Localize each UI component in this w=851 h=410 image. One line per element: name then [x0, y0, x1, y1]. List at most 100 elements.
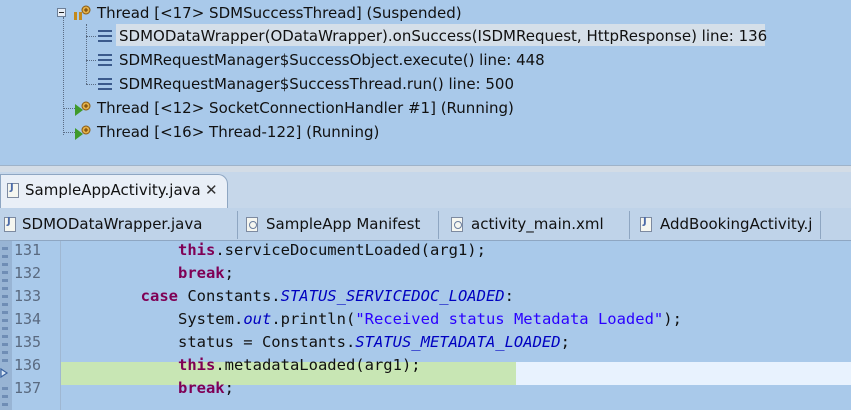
thread-label: Thread [<16> Thread-122] (Running) — [97, 123, 380, 141]
code-constant: out — [243, 310, 272, 328]
line-number[interactable]: 136 — [14, 354, 54, 377]
tab-sampleappactivity[interactable]: SampleAppActivity.java ✕ — [0, 174, 228, 208]
frame-label: SDMRequestManager$SuccessObject.execute(… — [119, 51, 545, 69]
code-token: .serviceDocumentLoaded(arg1); — [215, 241, 486, 259]
close-icon[interactable]: ✕ — [205, 181, 218, 199]
stack-frame-icon — [98, 30, 112, 42]
stack-frame-icon — [98, 78, 112, 90]
code-token: System. — [177, 310, 244, 328]
java-file-icon — [4, 216, 16, 232]
debug-view: Thread [<17> SDMSuccessThread] (Suspende… — [0, 0, 851, 165]
frame-label: SDMRequestManager$SuccessThread.run() li… — [119, 75, 515, 93]
thread-suspended-icon — [74, 5, 91, 20]
code-token: ; — [224, 264, 234, 282]
ruler-marker — [2, 311, 8, 314]
code-token: ; — [560, 333, 570, 351]
annotation-ruler[interactable] — [0, 241, 12, 410]
code-line[interactable]: break; — [66, 262, 234, 285]
tab-label: AddBookingActivity.j — [660, 215, 813, 233]
instruction-pointer-icon — [0, 367, 9, 379]
tab-sdmodatawrapper[interactable]: SDMODataWrapper.java — [0, 211, 238, 239]
tab-sampleapp-manifest[interactable]: SampleApp Manifest — [238, 211, 439, 239]
java-file-icon — [640, 216, 652, 232]
editor-tab-list: SDMODataWrapper.java SampleApp Manifest … — [0, 208, 851, 241]
ruler-marker — [2, 359, 8, 362]
java-file-icon — [7, 182, 19, 198]
code-keyword: this — [177, 356, 216, 374]
ruler-marker — [2, 319, 8, 322]
tab-label: activity_main.xml — [471, 215, 604, 233]
code-keyword: this — [177, 241, 216, 259]
line-number[interactable]: 133 — [14, 285, 54, 308]
ruler-marker — [2, 327, 8, 330]
line-number[interactable]: 134 — [14, 308, 54, 331]
tab-label: SampleApp Manifest — [266, 215, 421, 233]
manifest-file-icon — [246, 217, 258, 232]
ruler-marker — [2, 287, 8, 290]
code-line[interactable]: break; — [66, 377, 234, 400]
line-number[interactable]: 132 — [14, 262, 54, 285]
xml-file-icon — [451, 217, 463, 232]
code-keyword: case — [140, 287, 178, 305]
stack-frame-icon — [98, 54, 112, 66]
ruler-marker — [2, 255, 8, 258]
ruler-marker — [2, 351, 8, 354]
line-number[interactable]: 131 — [14, 239, 54, 262]
code-keyword: break — [177, 264, 225, 282]
tab-addbookingactivity[interactable]: AddBookingActivity.j — [630, 211, 821, 239]
code-string: "Received status Metadata Loaded" — [355, 310, 664, 328]
collapse-toggle[interactable] — [57, 8, 66, 17]
thread-item-running[interactable]: Thread [<12> SocketConnectionHandler #1]… — [97, 97, 514, 119]
tree-guide-line — [86, 24, 87, 84]
tree-guide-line — [63, 17, 64, 135]
ruler-marker — [2, 335, 8, 338]
code-line[interactable]: this.metadataLoaded(arg1); — [66, 354, 421, 377]
editor-tab-bar: SampleAppActivity.java ✕ — [0, 172, 851, 209]
line-number[interactable]: 137 — [14, 377, 54, 400]
tab-label: SampleAppActivity.java — [25, 181, 201, 199]
thread-label: Thread [<17> SDMSuccessThread] (Suspende… — [97, 4, 462, 22]
code-editor[interactable]: 131 this.serviceDocumentLoaded(arg1); 132… — [0, 241, 851, 410]
code-line[interactable]: status = Constants.STATUS_METADATA_LOADE… — [66, 331, 570, 354]
code-line[interactable]: this.serviceDocumentLoaded(arg1); — [66, 239, 486, 262]
stack-frame-item-selected[interactable]: SDMODataWrapper(ODataWrapper).onSuccess(… — [119, 25, 767, 47]
thread-item-running[interactable]: Thread [<16> Thread-122] (Running) — [97, 121, 379, 143]
ruler-marker — [2, 271, 8, 274]
ruler-marker — [2, 279, 8, 282]
ruler-marker — [2, 247, 8, 250]
code-token: ; — [224, 379, 234, 397]
ruler-marker — [2, 295, 8, 298]
tree-guide-line — [86, 84, 96, 85]
ruler-marker — [2, 395, 8, 398]
tree-guide-line — [86, 36, 96, 37]
tab-activity-main-xml[interactable]: activity_main.xml — [439, 211, 630, 239]
tab-label: SDMODataWrapper.java — [22, 215, 203, 233]
stack-frame-item[interactable]: SDMRequestManager$SuccessThread.run() li… — [119, 73, 514, 95]
ruler-marker — [2, 263, 8, 266]
ruler-marker — [2, 387, 8, 390]
thread-label: Thread [<12> SocketConnectionHandler #1]… — [97, 99, 514, 117]
thread-running-icon — [75, 101, 91, 116]
code-token: Constants. — [177, 287, 281, 305]
code-constant: STATUS_METADATA_LOADED — [355, 333, 561, 351]
thread-running-icon — [75, 125, 91, 140]
code-token: ); — [663, 310, 682, 328]
code-token: status = Constants. — [177, 333, 356, 351]
ruler-marker — [2, 403, 8, 406]
ruler-marker — [2, 343, 8, 346]
thread-item-suspended[interactable]: Thread [<17> SDMSuccessThread] (Suspende… — [97, 2, 462, 24]
code-line[interactable]: case Constants.STATUS_SERVICEDOC_LOADED: — [66, 285, 514, 308]
ruler-marker — [2, 303, 8, 306]
line-number[interactable]: 135 — [14, 331, 54, 354]
code-keyword: break — [177, 379, 225, 397]
code-token: .metadataLoaded(arg1); — [215, 356, 421, 374]
code-line[interactable]: System.out.println("Received status Meta… — [66, 308, 682, 331]
tree-guide-line — [86, 60, 96, 61]
frame-label: SDMODataWrapper(ODataWrapper).onSuccess(… — [119, 27, 768, 45]
stack-frame-item[interactable]: SDMRequestManager$SuccessObject.execute(… — [119, 49, 545, 71]
